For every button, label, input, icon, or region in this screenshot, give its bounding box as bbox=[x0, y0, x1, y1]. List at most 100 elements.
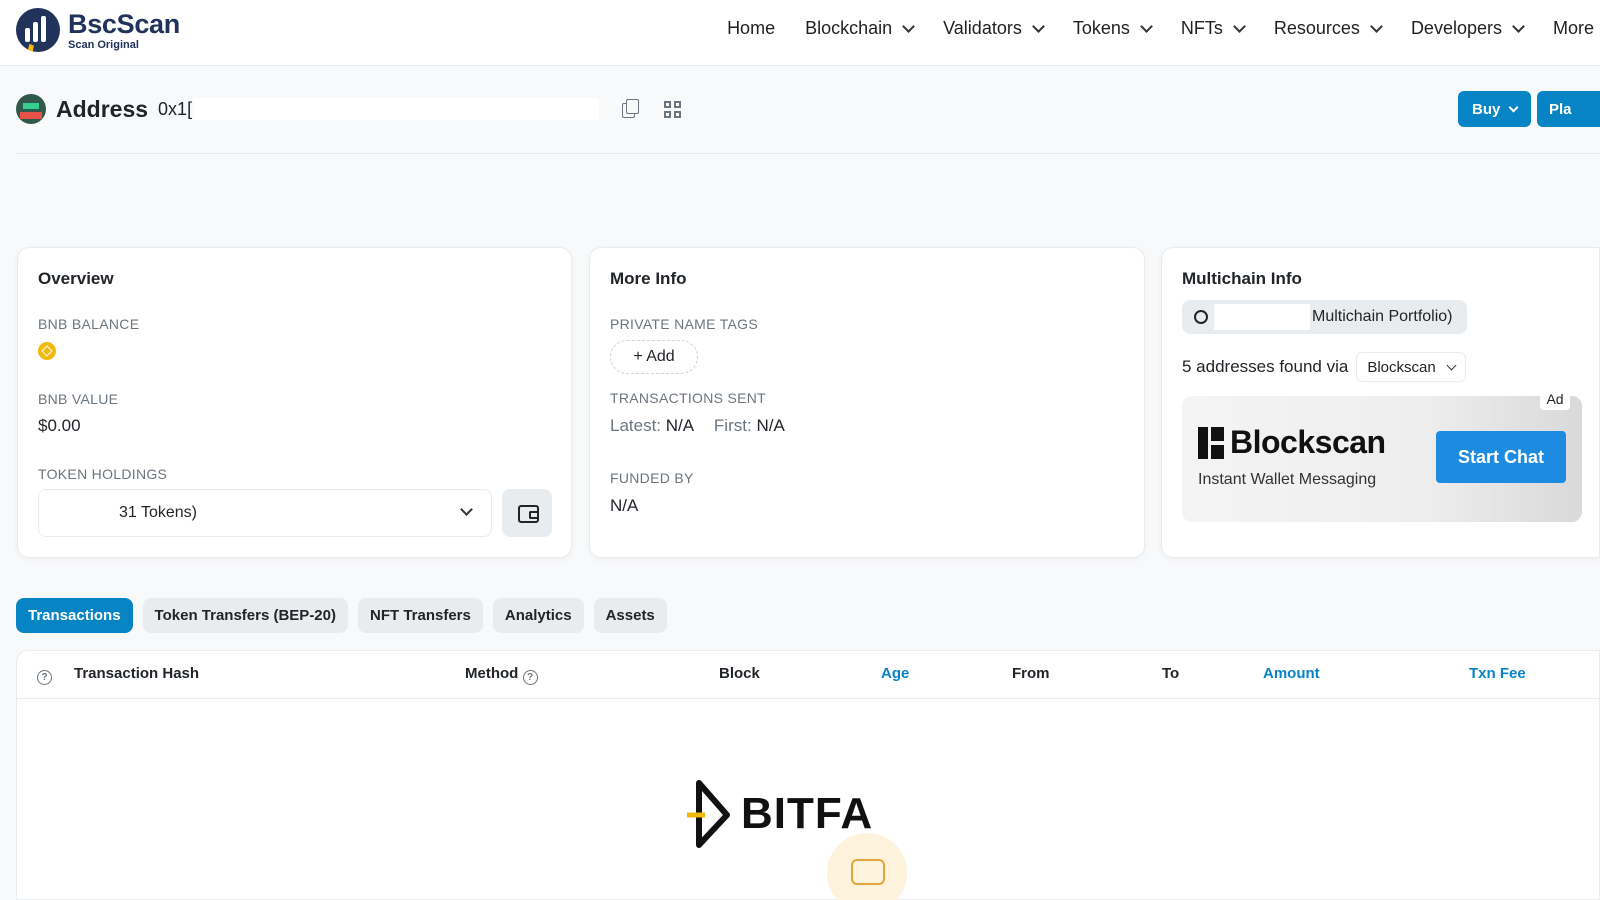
portfolio-redaction bbox=[1214, 304, 1310, 330]
tab-assets[interactable]: Assets bbox=[593, 598, 667, 633]
ad-brand: Blockscan bbox=[1230, 424, 1386, 460]
tab-token-transfers[interactable]: Token Transfers (BEP-20) bbox=[142, 598, 348, 633]
loading-icon bbox=[827, 833, 907, 900]
help-icon[interactable]: ? bbox=[522, 670, 538, 685]
address-header: Address 0x1[ bbox=[16, 92, 683, 126]
main-nav: Home Blockchain Validators Tokens NFTs R… bbox=[697, 18, 1594, 39]
private-name-tags-label: PRIVATE NAME TAGS bbox=[610, 316, 758, 332]
col-method: Method ? bbox=[465, 665, 538, 685]
address-value: 0x1[ bbox=[158, 98, 193, 119]
multichain-title: Multichain Info bbox=[1182, 269, 1302, 288]
ad-badge: Ad bbox=[1540, 388, 1570, 410]
addresses-found-text: 5 addresses found via bbox=[1182, 357, 1349, 376]
col-age[interactable]: Age bbox=[881, 665, 909, 682]
play-button[interactable]: Pla bbox=[1537, 91, 1600, 127]
nav-blockchain[interactable]: Blockchain bbox=[805, 18, 915, 39]
address-label: Address bbox=[56, 95, 149, 122]
portfolio-label: Multichain Portfolio) bbox=[1312, 308, 1453, 325]
bnb-value-label: BNB VALUE bbox=[38, 391, 119, 407]
bscscan-logo-icon bbox=[16, 8, 60, 52]
transactions-table: ? Transaction Hash Method ? Block Age Fr… bbox=[16, 650, 1600, 900]
chevron-down-icon bbox=[1140, 19, 1153, 33]
transactions-sent-row: Latest: N/A First: N/A bbox=[610, 416, 785, 436]
chevron-down-icon bbox=[1370, 19, 1383, 33]
header-divider bbox=[16, 153, 1600, 154]
nav-validators[interactable]: Validators bbox=[943, 18, 1045, 39]
brand-tagline: Scan Original bbox=[68, 38, 139, 51]
bitfa-text: BITFA bbox=[741, 789, 874, 838]
start-chat-button[interactable]: Start Chat bbox=[1436, 431, 1566, 483]
token-holdings-value: 31 Tokens) bbox=[119, 504, 197, 521]
nav-blockchain-label: Blockchain bbox=[805, 18, 893, 38]
funded-by-label: FUNDED BY bbox=[610, 470, 694, 486]
ad-subtitle: Instant Wallet Messaging bbox=[1198, 471, 1377, 488]
nav-developers[interactable]: Developers bbox=[1410, 18, 1525, 39]
chevron-down-icon bbox=[460, 503, 473, 516]
play-button-label: Pla bbox=[1549, 100, 1572, 118]
address-redaction bbox=[194, 98, 600, 120]
blockscan-source-dropdown[interactable]: Blockscan bbox=[1356, 352, 1466, 382]
overview-title: Overview bbox=[38, 269, 114, 288]
col-amount[interactable]: Amount bbox=[1263, 665, 1320, 682]
coins-icon bbox=[1194, 310, 1208, 324]
add-name-tag-button[interactable]: + Add bbox=[610, 340, 698, 374]
qr-code-icon[interactable] bbox=[661, 98, 683, 120]
first-label: First: bbox=[713, 416, 752, 435]
nav-more[interactable]: More bbox=[1553, 18, 1594, 39]
nav-nfts[interactable]: NFTs bbox=[1180, 18, 1246, 39]
col-from: From bbox=[1012, 665, 1050, 682]
tab-nft-transfers[interactable]: NFT Transfers bbox=[358, 598, 483, 633]
help-icon[interactable]: ? bbox=[37, 665, 52, 685]
brand-name: BscScan bbox=[68, 8, 180, 39]
tab-analytics[interactable]: Analytics bbox=[492, 598, 584, 633]
addresses-found-row: 5 addresses found via Blockscan bbox=[1182, 352, 1466, 382]
nav-resources-label: Resources bbox=[1273, 18, 1360, 38]
col-txn-fee[interactable]: Txn Fee bbox=[1469, 665, 1526, 682]
overview-card: Overview BNB BALANCE BNB VALUE $0.00 TOK… bbox=[17, 247, 572, 558]
blockscan-logo-icon bbox=[1198, 426, 1224, 459]
nav-tokens[interactable]: Tokens bbox=[1072, 18, 1153, 39]
top-navbar: BscScan Scan Original Home Blockchain Va… bbox=[0, 0, 1600, 66]
chevron-down-icon bbox=[1233, 19, 1246, 33]
first-value: N/A bbox=[756, 416, 785, 435]
latest-label: Latest: bbox=[610, 416, 662, 435]
blockscan-source-label: Blockscan bbox=[1367, 358, 1436, 376]
chevron-down-icon bbox=[1508, 102, 1519, 112]
multichain-portfolio-button[interactable]: Multichain Portfolio) bbox=[1182, 300, 1467, 334]
chevron-down-icon bbox=[1031, 19, 1045, 33]
wallet-icon[interactable] bbox=[502, 489, 552, 537]
nav-home[interactable]: Home bbox=[727, 18, 775, 39]
token-holdings-dropdown[interactable]: 31 Tokens) bbox=[38, 489, 492, 537]
token-holdings-label: TOKEN HOLDINGS bbox=[38, 466, 168, 482]
more-info-title: More Info bbox=[610, 269, 687, 288]
copy-icon[interactable] bbox=[619, 98, 641, 120]
col-method-label: Method bbox=[465, 665, 519, 682]
funded-by-value: N/A bbox=[610, 496, 639, 515]
nav-resources[interactable]: Resources bbox=[1273, 18, 1383, 39]
chevron-down-icon bbox=[1512, 19, 1525, 33]
bnb-icon bbox=[38, 342, 56, 360]
bnb-value: $0.00 bbox=[38, 416, 81, 435]
bitfa-logo-icon bbox=[687, 780, 730, 848]
tab-transactions[interactable]: Transactions bbox=[16, 598, 133, 633]
col-block: Block bbox=[719, 665, 760, 682]
more-info-card: More Info PRIVATE NAME TAGS + Add TRANSA… bbox=[589, 247, 1145, 558]
transactions-sent-label: TRANSACTIONS SENT bbox=[610, 390, 767, 406]
bscscan-logo[interactable]: BscScan Scan Original bbox=[16, 8, 180, 52]
table-header: ? Transaction Hash Method ? Block Age Fr… bbox=[17, 651, 1600, 699]
nav-validators-label: Validators bbox=[943, 18, 1022, 38]
nav-developers-label: Developers bbox=[1410, 18, 1502, 38]
nav-nfts-label: NFTs bbox=[1180, 18, 1223, 38]
address-avatar bbox=[16, 94, 46, 124]
latest-value: N/A bbox=[665, 416, 694, 435]
col-to: To bbox=[1162, 665, 1180, 682]
nav-home-label: Home bbox=[727, 18, 776, 38]
blockscan-ad-banner[interactable]: Blockscan Instant Wallet Messaging Start… bbox=[1182, 396, 1582, 522]
col-transaction-hash: Transaction Hash bbox=[74, 665, 200, 682]
chevron-down-icon bbox=[1446, 360, 1457, 370]
nav-more-label: More bbox=[1552, 18, 1594, 38]
buy-button[interactable]: Buy bbox=[1458, 91, 1532, 127]
nav-tokens-label: Tokens bbox=[1072, 18, 1130, 38]
buy-button-label: Buy bbox=[1472, 100, 1501, 118]
bnb-balance-label: BNB BALANCE bbox=[38, 316, 140, 332]
